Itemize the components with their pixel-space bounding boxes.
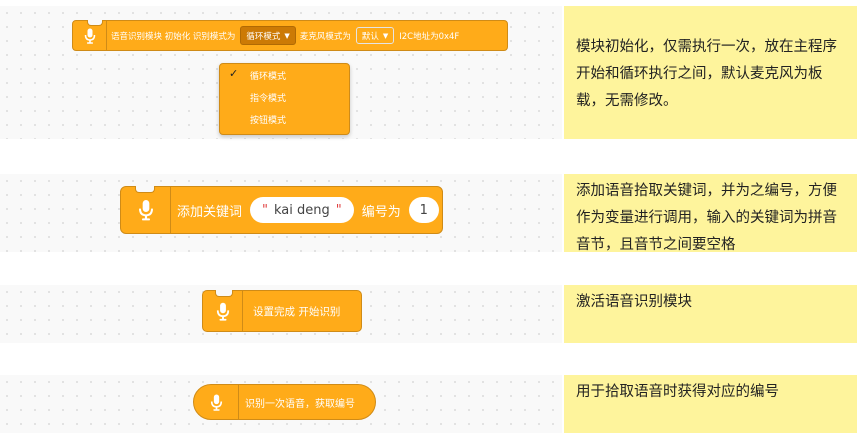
keyword-value: kai deng (274, 202, 330, 218)
add-keyword-block[interactable]: 添加关键词 " kai deng " 编号为 1 (120, 186, 443, 234)
open-quote: " (262, 202, 268, 218)
microphone-icon (210, 394, 222, 411)
mic-cell (121, 187, 171, 233)
mic-label: 麦克风模式为 (299, 31, 351, 42)
keyword-input[interactable]: " kai deng " (250, 197, 354, 223)
add-keyword-label: 添加关键词 (177, 204, 243, 220)
recognize-once-block[interactable]: 识别一次语音，获取编号 (193, 384, 376, 420)
caret-down-icon: ▼ (284, 31, 290, 40)
init-block[interactable]: 语音识别模块 初始化 识别模式为 循环模式 ▼ 麦克风模式为 默认 ▼ I2C地… (72, 20, 508, 51)
close-quote: " (335, 202, 342, 218)
note-init-text: 模块初始化，仅需执行一次，放在主程序开始和循环执行之间，默认麦克风为板载，无需修… (576, 39, 837, 109)
mic-cell (194, 385, 239, 419)
microphone-icon (216, 302, 229, 321)
note-start-text: 激活语音识别模块 (576, 294, 692, 310)
microphone-icon (84, 28, 95, 44)
note-recognize-text: 用于拾取语音时获得对应的编号 (576, 384, 779, 400)
mic-value: 默认 (361, 31, 379, 42)
start-recognition-block[interactable]: 设置完成 开始识别 (202, 290, 362, 332)
recognize-label: 识别一次语音，获取编号 (245, 398, 355, 410)
note-keyword-text: 添加语音拾取关键词，并为之编号，方便作为变量进行调用，输入的关键词为拼音音节，且… (576, 183, 837, 253)
block-notch (215, 290, 233, 297)
mode-value: 循环模式 (246, 31, 281, 42)
menu-item-loop[interactable]: 循环模式 (250, 69, 286, 82)
number-label: 编号为 (361, 204, 401, 220)
block-notch (87, 20, 103, 26)
note-init: 模块初始化，仅需执行一次，放在主程序开始和循环执行之间，默认麦克风为板载，无需修… (564, 6, 857, 139)
mode-dropdown[interactable]: 循环模式 ▼ (240, 26, 296, 45)
microphone-icon (138, 200, 153, 221)
mode-menu: ✓ 循环模式 指令模式 按钮模式 (219, 63, 350, 135)
note-recognize: 用于拾取语音时获得对应的编号 (564, 375, 857, 433)
init-label: 语音识别模块 初始化 识别模式为 (111, 31, 236, 42)
menu-item-button[interactable]: 按钮模式 (250, 113, 286, 126)
number-value: 1 (419, 202, 428, 218)
number-input[interactable]: 1 (408, 197, 439, 223)
block-notch (135, 186, 155, 193)
start-label: 设置完成 开始识别 (253, 305, 341, 318)
checkmark-icon: ✓ (229, 67, 239, 80)
mic-dropdown[interactable]: 默认 ▼ (355, 27, 395, 44)
caret-down-icon: ▼ (382, 31, 389, 40)
note-keyword: 添加语音拾取关键词，并为之编号，方便作为变量进行调用，输入的关键词为拼音音节，且… (564, 174, 857, 253)
mic-cell (203, 291, 243, 331)
note-start: 激活语音识别模块 (564, 285, 857, 343)
menu-item-command[interactable]: 指令模式 (250, 91, 286, 104)
i2c-label: I2C地址为0x4F (399, 31, 460, 42)
